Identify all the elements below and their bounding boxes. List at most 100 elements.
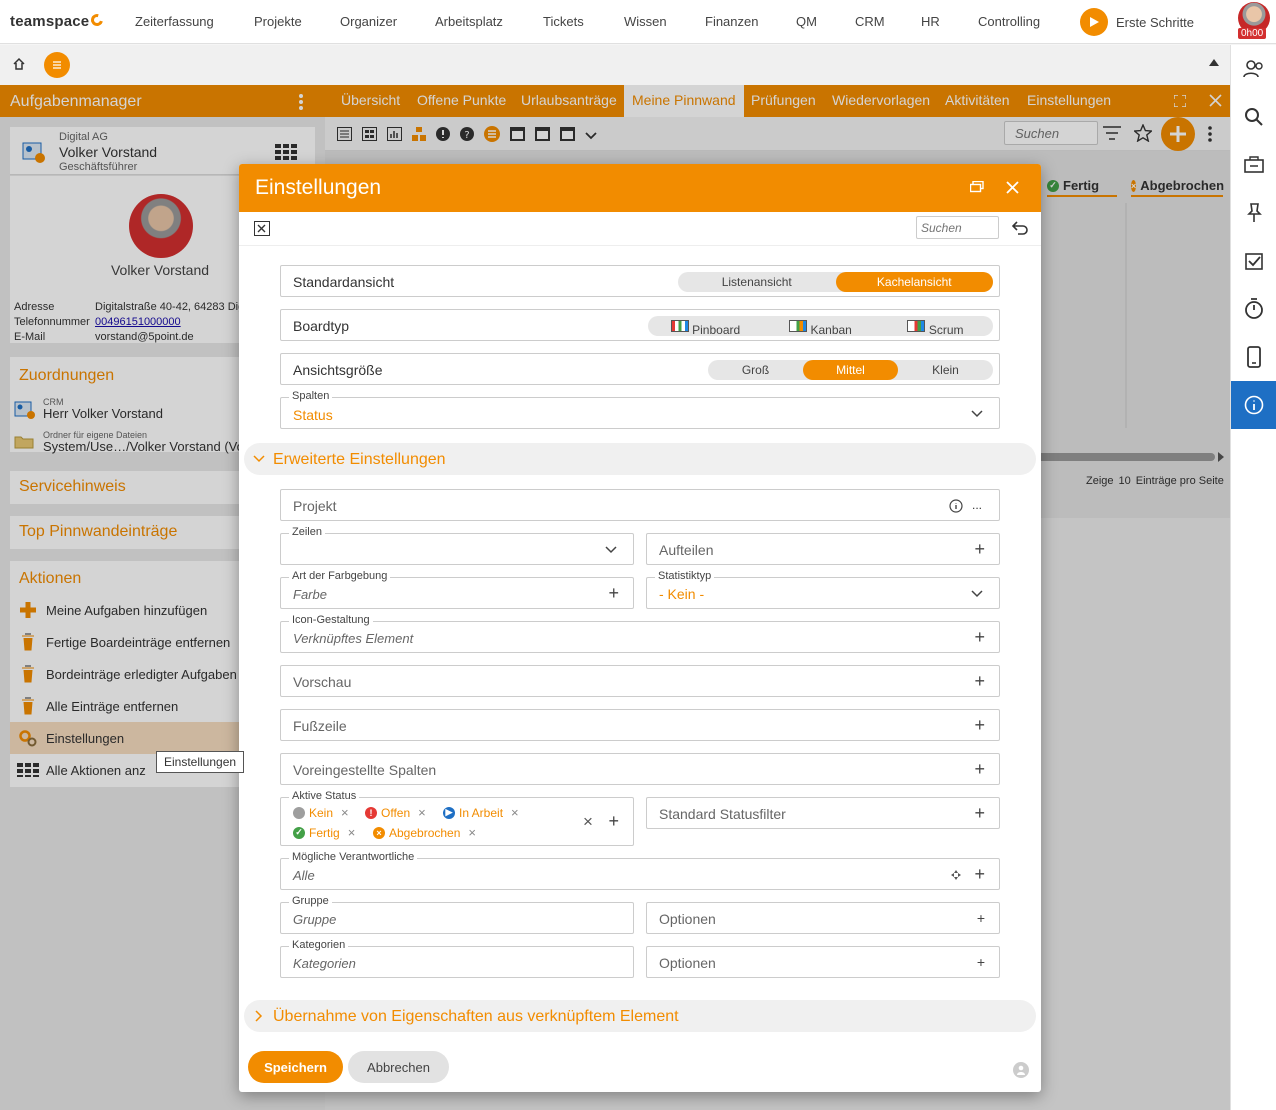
remove-chip-icon[interactable]: ×	[418, 805, 426, 820]
nav-qm[interactable]: QM	[796, 14, 817, 29]
task-check-icon[interactable]	[1231, 237, 1276, 285]
gruppe-optionen-field[interactable]: Optionen +	[646, 902, 1000, 934]
view-segmented-control: Listenansicht Kachelansicht	[678, 272, 993, 292]
verantwortliche-field[interactable]: Mögliche Verantwortliche Alle +	[280, 851, 1000, 890]
add-icon[interactable]: +	[974, 715, 985, 736]
voreingestellte-placeholder: Voreingestellte Spalten	[293, 762, 437, 778]
home-icon[interactable]	[12, 57, 26, 71]
status-chip-abgebrochen: × Abgebrochen ×	[373, 825, 476, 840]
nav-zeiterfassung[interactable]: Zeiterfassung	[135, 14, 214, 29]
size-klein-option[interactable]: Klein	[898, 360, 993, 380]
nav-hr[interactable]: HR	[921, 14, 940, 29]
nav-finanzen[interactable]: Finanzen	[705, 14, 758, 29]
teamspace-logo[interactable]: teamspace	[10, 11, 106, 30]
dialog-search-input[interactable]	[916, 216, 999, 239]
zeilen-select[interactable]: Zeilen	[280, 526, 634, 565]
close-dialog-icon[interactable]	[1006, 181, 1019, 194]
view-list-option[interactable]: Listenansicht	[678, 272, 836, 292]
move-icon[interactable]	[950, 869, 962, 881]
restore-window-icon[interactable]	[970, 181, 984, 193]
nav-projekte[interactable]: Projekte	[254, 14, 302, 29]
statistiktyp-select[interactable]: Statistiktyp - Kein -	[646, 570, 1000, 609]
add-icon[interactable]: +	[974, 539, 985, 560]
remove-chip-icon[interactable]: ×	[468, 825, 476, 840]
remove-chip-icon[interactable]: ×	[348, 825, 356, 840]
uebernahme-toggle[interactable]: Übernahme von Eigenschaften aus verknüpf…	[244, 1000, 1036, 1032]
mobile-icon[interactable]	[1231, 333, 1276, 381]
nav-arbeitsplatz[interactable]: Arbeitsplatz	[435, 14, 503, 29]
undo-icon[interactable]	[1012, 221, 1028, 235]
board-pinboard-option[interactable]: Pinboard	[648, 316, 763, 336]
cancel-button[interactable]: Abbrechen	[348, 1051, 449, 1083]
timer-badge: 0h00	[1238, 28, 1267, 39]
nav-organizer[interactable]: Organizer	[340, 14, 397, 29]
user-avatar[interactable]: 0h00	[1236, 2, 1272, 40]
nav-controlling[interactable]: Controlling	[978, 14, 1040, 29]
inbox-icon[interactable]	[1231, 141, 1276, 189]
info-icon[interactable]	[949, 499, 963, 513]
icon-gestaltung-value: Verknüpftes Element	[293, 631, 414, 646]
add-icon[interactable]: +	[974, 803, 985, 824]
add-icon[interactable]: +	[974, 759, 985, 780]
remove-chip-icon[interactable]: ×	[511, 805, 519, 820]
add-icon[interactable]: +	[977, 954, 985, 970]
verantwortliche-label: Mögliche Verantwortliche	[289, 851, 418, 863]
status-grey-icon	[293, 806, 305, 819]
gruppe-field[interactable]: Gruppe Gruppe	[280, 895, 634, 934]
board-scrum-option[interactable]: Scrum	[878, 316, 993, 336]
add-icon[interactable]: +	[608, 811, 619, 832]
vorschau-field[interactable]: Vorschau +	[280, 665, 1000, 697]
save-button[interactable]: Speichern	[248, 1051, 343, 1083]
add-icon[interactable]: +	[974, 671, 985, 692]
search-icon[interactable]	[1231, 93, 1276, 141]
aktive-status-field[interactable]: Aktive Status Kein × ! Offen × ▶ In Arbeit × …	[280, 790, 634, 846]
fusszeile-field[interactable]: Fußzeile +	[280, 709, 1000, 741]
boardtyp-segmented-control: Pinboard Kanban Scrum	[648, 316, 993, 336]
nav-tickets[interactable]: Tickets	[543, 14, 584, 29]
board-kanban-option[interactable]: Kanban	[763, 316, 878, 336]
verantwortliche-value: Alle	[293, 868, 315, 883]
add-icon[interactable]: +	[974, 864, 985, 885]
standardansicht-label: Standardansicht	[293, 274, 395, 290]
user-icon[interactable]	[1013, 1062, 1029, 1078]
status-chip-fertig: ✓ Fertig ×	[293, 825, 355, 840]
top-navigation: teamspace Zeiterfassung Projekte Organiz…	[0, 0, 1276, 44]
view-tiles-option[interactable]: Kachelansicht	[835, 272, 993, 292]
erweiterte-einstellungen-toggle[interactable]: Erweiterte Einstellungen	[244, 443, 1036, 475]
add-icon[interactable]: +	[977, 910, 985, 926]
secondary-toolbar	[0, 45, 1230, 85]
projekt-placeholder: Projekt	[293, 498, 337, 514]
projekt-field[interactable]: Projekt ...	[280, 489, 1000, 521]
farbgebung-field[interactable]: Art der Farbgebung Farbe +	[280, 570, 634, 609]
add-icon[interactable]: +	[608, 583, 619, 604]
projekt-more-button[interactable]: ...	[972, 498, 982, 512]
boardtyp-label: Boardtyp	[293, 318, 350, 334]
size-mittel-option[interactable]: Mittel	[803, 360, 898, 380]
nav-wissen[interactable]: Wissen	[624, 14, 667, 29]
add-icon[interactable]: +	[974, 627, 985, 648]
pin-icon[interactable]	[1231, 189, 1276, 237]
kategorien-optionen-field[interactable]: Optionen +	[646, 946, 1000, 978]
info-icon[interactable]	[1231, 381, 1276, 429]
erste-schritte-button[interactable]: Erste Schritte	[1080, 8, 1194, 36]
erste-schritte-label: Erste Schritte	[1116, 14, 1195, 30]
excel-export-icon[interactable]	[254, 221, 270, 236]
aufteilen-field[interactable]: Aufteilen +	[646, 533, 1000, 565]
size-gross-option[interactable]: Groß	[708, 360, 803, 380]
stopwatch-icon[interactable]	[1231, 285, 1276, 333]
standard-statusfilter-placeholder: Standard Statusfilter	[659, 806, 786, 822]
clear-all-icon[interactable]: ×	[583, 812, 593, 832]
voreingestellte-spalten-field[interactable]: Voreingestellte Spalten +	[280, 753, 1000, 785]
aktive-status-label: Aktive Status	[289, 790, 360, 802]
spalten-select[interactable]: Spalten Status	[280, 390, 1000, 429]
remove-chip-icon[interactable]: ×	[341, 805, 349, 820]
kategorien-field[interactable]: Kategorien Kategorien	[280, 939, 634, 978]
ansichtsgroesse-row: Ansichtsgröße Groß Mittel Klein	[280, 353, 1000, 385]
menu-circle-icon[interactable]	[44, 52, 70, 78]
collapse-up-icon[interactable]	[1209, 58, 1219, 66]
standard-statusfilter-field[interactable]: Standard Statusfilter +	[646, 797, 1000, 829]
nav-crm[interactable]: CRM	[855, 14, 885, 29]
contacts-icon[interactable]	[1231, 45, 1276, 93]
icon-gestaltung-field[interactable]: Icon-Gestaltung Verknüpftes Element +	[280, 614, 1000, 653]
chevron-down-icon	[605, 546, 617, 554]
